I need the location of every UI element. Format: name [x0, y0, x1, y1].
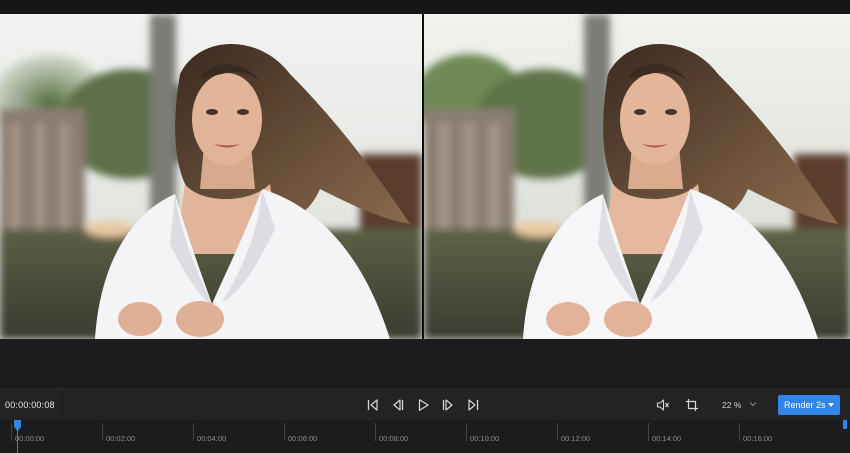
video-editor: 00:00:00:08 22 % Render 2s 00:00:00 00:0… — [0, 0, 850, 453]
skip-to-start-button[interactable] — [364, 396, 382, 414]
step-forward-button[interactable] — [439, 396, 457, 414]
timeline-tick — [375, 423, 376, 441]
playhead[interactable] — [14, 420, 21, 453]
timeline-tick — [284, 423, 285, 441]
playback-toolbar: 00:00:00:08 22 % Render 2s — [0, 388, 850, 421]
timeline-tick-label: 00:04:00 — [197, 434, 227, 443]
skip-to-end-icon — [468, 399, 479, 411]
preview-area — [0, 14, 850, 339]
timeline-tick-label: 00:12:00 — [561, 434, 591, 443]
timeline-tick — [193, 423, 194, 441]
play-icon — [418, 399, 429, 411]
render-button-label: Render 2s — [784, 400, 826, 410]
timeline-tick-label: 00:14:00 — [652, 434, 682, 443]
step-forward-icon — [442, 399, 453, 411]
top-bar — [0, 0, 850, 14]
skip-to-start-icon — [367, 399, 378, 411]
timeline-tick — [102, 423, 103, 441]
step-back-button[interactable] — [389, 396, 407, 414]
timeline-ruler[interactable]: 00:00:00 00:02:00 00:04:00 00:06:00 00:08:00… — [0, 420, 850, 453]
timeline-tick — [466, 423, 467, 441]
timeline-tick — [557, 423, 558, 441]
crop-button[interactable] — [683, 396, 701, 414]
step-back-icon — [393, 399, 404, 411]
crop-icon — [686, 399, 698, 411]
timeline-tick — [739, 423, 740, 441]
original-preview — [0, 14, 422, 339]
render-button[interactable]: Render 2s — [778, 395, 840, 415]
timeline-tick-label: 00:06:00 — [288, 434, 318, 443]
timeline-tick-label: 00:02:00 — [106, 434, 136, 443]
timeline-tick-label: 00:16:00 — [743, 434, 773, 443]
caret-down-icon[interactable] — [828, 403, 834, 407]
mute-button[interactable] — [654, 396, 672, 414]
processed-frame-image — [424, 14, 850, 339]
mute-icon — [656, 399, 669, 411]
original-frame-image — [0, 14, 422, 339]
skip-to-end-button[interactable] — [464, 396, 482, 414]
timeline-tick — [11, 423, 12, 441]
chevron-down-icon[interactable] — [748, 399, 758, 409]
play-button[interactable] — [414, 396, 432, 414]
empty-area — [0, 339, 850, 388]
end-marker[interactable] — [843, 420, 847, 429]
timeline[interactable]: 00:00:00 00:02:00 00:04:00 00:06:00 00:08:00… — [0, 420, 850, 453]
timeline-tick-label: 00:10:00 — [470, 434, 500, 443]
timecode-display: 00:00:00:08 — [5, 400, 55, 410]
toolbar-divider — [62, 389, 63, 421]
timeline-tick — [648, 423, 649, 441]
zoom-level[interactable]: 22 % — [722, 400, 741, 410]
processed-preview — [424, 14, 850, 339]
timeline-tick-label: 00:08:00 — [379, 434, 409, 443]
